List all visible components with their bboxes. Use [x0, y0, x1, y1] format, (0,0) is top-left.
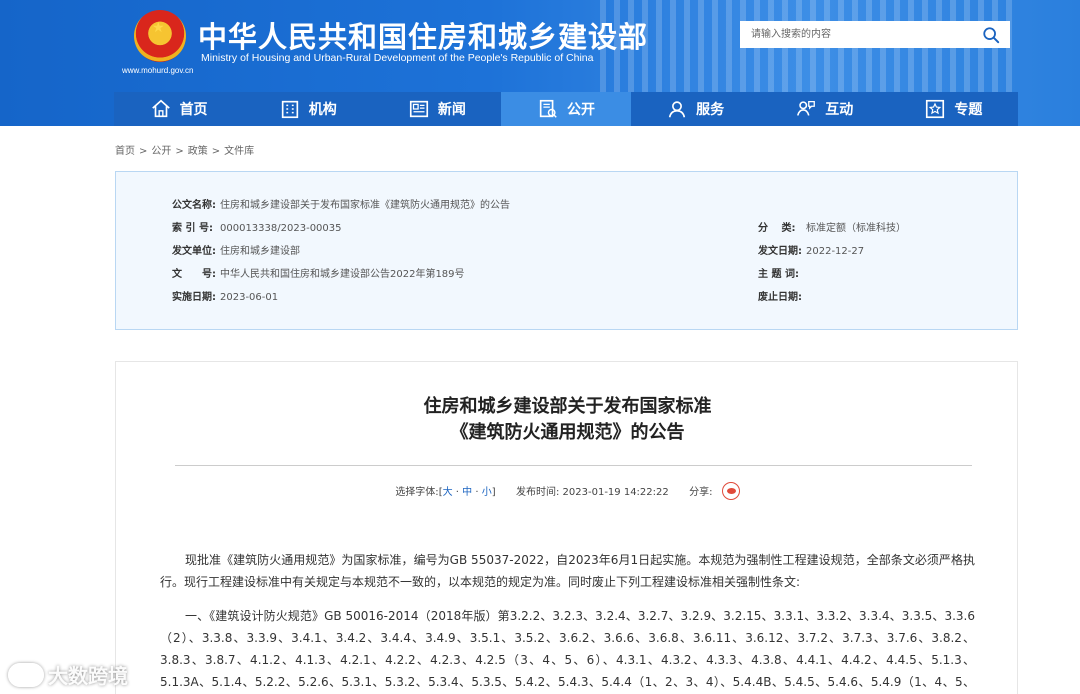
breadcrumb-home[interactable]: 首页: [115, 146, 135, 157]
publish-time: 2023-01-19 14:22:22: [562, 487, 669, 498]
nav-item-disclosure[interactable]: 公开: [501, 92, 631, 126]
article-title: 住房和城乡建设部关于发布国家标准 《建筑防火通用规范》的公告: [423, 396, 712, 443]
info-category: 分 类: 标准定额（标准科技）: [758, 223, 906, 234]
building-icon: [281, 100, 298, 119]
info-index-number: 索 引 号: 000013338/2023-00035: [172, 223, 342, 234]
info-issuer: 发文单位: 住房和城乡建设部: [172, 246, 300, 257]
search-icon[interactable]: [982, 26, 1000, 44]
nav-label: 公开: [566, 102, 595, 118]
publish-time-label: 发布时间:: [515, 487, 560, 498]
search-box: [740, 21, 1010, 48]
site-url: www.mohurd.gov.cn: [122, 66, 194, 75]
service-icon: [668, 101, 686, 118]
info-document-number: 文 号: 中华人民共和国住房和城乡建设部公告2022年第189号: [172, 269, 465, 280]
search-input[interactable]: [740, 21, 960, 48]
nav-label: 首页: [179, 102, 208, 118]
watermark: 大数跨境: [8, 660, 128, 689]
breadcrumb-policy[interactable]: 政策: [188, 146, 208, 157]
nav-item-home[interactable]: 首页: [114, 92, 243, 126]
main-nav: 首页 机构 新闻 公开 服务 互动 专题: [114, 92, 1018, 126]
title-divider: [175, 465, 972, 466]
info-issue-date: 发文日期: 2022-12-27: [758, 246, 865, 257]
info-subject-words: 主 题 词:: [758, 269, 799, 280]
watermark-logo-icon: [8, 662, 44, 687]
site-header: ★ 中华人民共和国住房和城乡建设部 Ministry of Housing an…: [0, 0, 1080, 126]
nav-item-news[interactable]: 新闻: [372, 92, 501, 126]
article-panel: 住房和城乡建设部关于发布国家标准 《建筑防火通用规范》的公告 选择字体:[大 ·…: [115, 361, 1018, 694]
topic-icon: [926, 99, 945, 119]
breadcrumb: 首页 > 公开 > 政策 > 文件库: [115, 146, 255, 157]
article-paragraph-1: 现批准《建筑防火通用规范》为国家标准，编号为GB 55037-2022，自202…: [160, 553, 975, 589]
info-effective-date: 实施日期: 2023-06-01: [172, 292, 279, 303]
article-meta: 选择字体:[大 · 中 · 小] 发布时间: 2023-01-19 14:22:…: [116, 482, 1019, 501]
font-medium-link[interactable]: 中: [462, 487, 472, 498]
font-large-link[interactable]: 大: [443, 487, 453, 498]
nav-label: 服务: [696, 102, 725, 118]
nav-label: 互动: [825, 102, 854, 118]
nav-label: 机构: [308, 102, 337, 118]
interaction-icon: [797, 101, 816, 116]
site-title[interactable]: 中华人民共和国住房和城乡建设部: [198, 14, 648, 56]
font-small-link[interactable]: 小: [482, 487, 492, 498]
nav-item-institutions[interactable]: 机构: [243, 92, 372, 126]
share-label: 分享:: [689, 487, 713, 498]
site-subtitle: Ministry of Housing and Urban-Rural Deve…: [201, 52, 594, 64]
nav-label: 新闻: [437, 102, 466, 118]
nav-item-interaction[interactable]: 互动: [760, 92, 889, 126]
info-document-name: 公文名称: 住房和城乡建设部关于发布国家标准《建筑防火通用规范》的公告: [172, 200, 510, 211]
document-info-box: 公文名称: 住房和城乡建设部关于发布国家标准《建筑防火通用规范》的公告 索 引 号…: [115, 171, 1018, 330]
disclosure-icon: [539, 99, 557, 118]
breadcrumb-disclosure[interactable]: 公开: [151, 146, 171, 157]
nav-label: 专题: [954, 102, 983, 118]
news-icon: [409, 100, 428, 118]
weibo-share-icon[interactable]: [721, 482, 740, 500]
article-paragraph-2: 一、《建筑设计防火规范》GB 50016-2014（2018年版）第3.2.2、…: [160, 609, 975, 689]
info-repeal-date: 废止日期:: [758, 292, 802, 303]
national-emblem-icon[interactable]: ★: [134, 10, 186, 62]
breadcrumb-file-library[interactable]: 文件库: [224, 146, 254, 157]
nav-item-topics[interactable]: 专题: [889, 92, 1018, 126]
home-icon: [151, 99, 170, 118]
nav-item-service[interactable]: 服务: [631, 92, 760, 126]
font-size-selector: 选择字体:[大 · 中 · 小]: [395, 487, 496, 498]
